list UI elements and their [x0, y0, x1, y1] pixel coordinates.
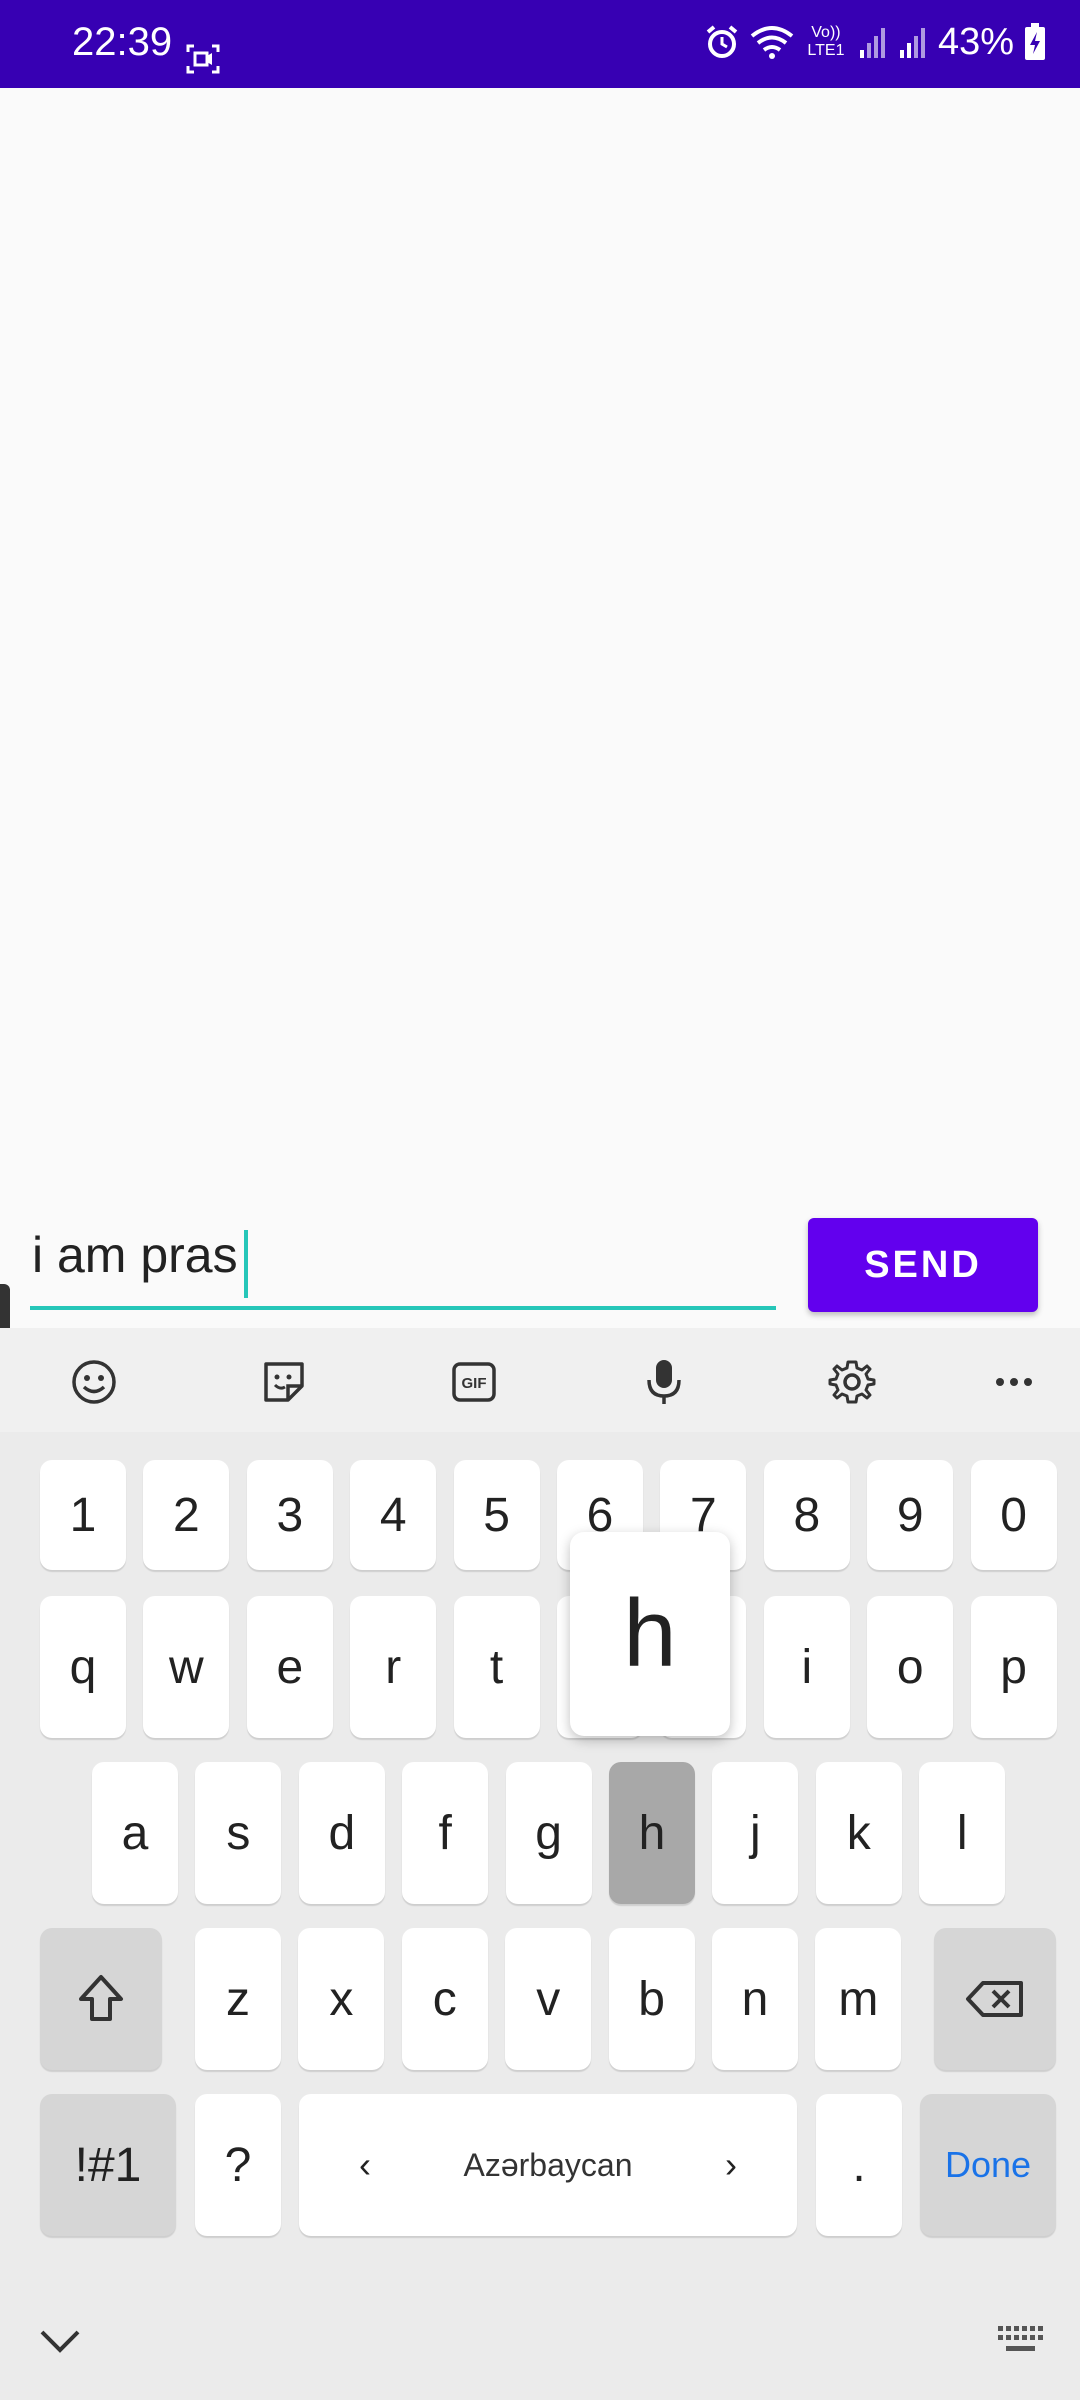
keyboard-toolbar: GIF	[0, 1328, 1080, 1432]
key-9[interactable]: 9	[867, 1460, 954, 1570]
signal-icon-2	[899, 28, 925, 58]
key-v[interactable]: v	[505, 1928, 592, 2070]
wifi-icon	[750, 26, 794, 59]
status-icons: Vo)) LTE1 43%	[704, 18, 1046, 66]
key-2[interactable]: 2	[143, 1460, 230, 1570]
keyboard-switch-icon[interactable]	[996, 2322, 1046, 2358]
chevron-right-icon: ›	[724, 2144, 737, 2185]
hide-keyboard-icon[interactable]	[38, 2326, 82, 2356]
key-x[interactable]: x	[298, 1928, 385, 2070]
shift-icon	[79, 1975, 123, 2021]
symbols-key[interactable]: !#1	[40, 2094, 176, 2236]
battery-percent: 43%	[937, 21, 1014, 63]
key-h[interactable]: h	[609, 1762, 695, 1904]
key-j[interactable]: j	[712, 1762, 799, 1904]
key-k[interactable]: k	[815, 1762, 902, 1904]
key-0[interactable]: 0	[970, 1460, 1057, 1570]
key-g[interactable]: g	[505, 1762, 592, 1904]
key-f[interactable]: f	[402, 1762, 489, 1904]
text-cursor	[244, 1230, 248, 1298]
emoji-icon[interactable]	[70, 1358, 118, 1406]
key-o[interactable]: o	[867, 1596, 954, 1738]
key-5[interactable]: 5	[453, 1460, 540, 1570]
key-preview-popup: h	[570, 1532, 730, 1736]
question-key[interactable]: ?	[195, 2094, 281, 2236]
key-l[interactable]: l	[919, 1762, 1006, 1904]
key-c[interactable]: c	[401, 1928, 488, 2070]
space-key-label: Azərbaycan	[463, 2146, 633, 2183]
key-3[interactable]: 3	[246, 1460, 333, 1570]
screen-record-icon	[186, 44, 220, 74]
battery-charging-icon	[1025, 23, 1045, 60]
mic-icon[interactable]	[640, 1358, 688, 1406]
signal-icon	[859, 28, 885, 58]
key-w[interactable]: w	[143, 1596, 230, 1738]
key-8[interactable]: 8	[763, 1460, 850, 1570]
key-z[interactable]: z	[195, 1928, 281, 2070]
key-r[interactable]: r	[350, 1596, 437, 1738]
settings-icon[interactable]	[828, 1358, 876, 1406]
lte-indicator: Vo)) LTE1	[807, 24, 845, 59]
status-time: 22:39	[72, 20, 173, 64]
key-i[interactable]: i	[763, 1596, 850, 1738]
status-bar: 22:39 Vo)) LTE1 43%	[0, 0, 1080, 88]
key-4[interactable]: 4	[350, 1460, 437, 1570]
key-a[interactable]: a	[92, 1762, 178, 1904]
shift-key[interactable]	[40, 1928, 162, 2070]
gif-icon[interactable]: GIF	[450, 1358, 498, 1406]
key-s[interactable]: s	[195, 1762, 282, 1904]
backspace-key[interactable]	[934, 1928, 1056, 2070]
chevron-left-icon: ‹	[359, 2144, 371, 2185]
period-key[interactable]: .	[816, 2094, 902, 2236]
backspace-icon	[966, 1981, 1023, 2017]
key-d[interactable]: d	[298, 1762, 385, 1904]
more-icon[interactable]	[990, 1358, 1038, 1406]
keyboard: GIF 1234567890qwertyuiopasdfghjklzxcvbnm…	[0, 1328, 1080, 2400]
key-t[interactable]: t	[453, 1596, 540, 1738]
done-key[interactable]: Done	[920, 2094, 1056, 2236]
gif-label: GIF	[462, 1375, 487, 1392]
send-button[interactable]: SEND	[808, 1218, 1038, 1312]
key-q[interactable]: q	[40, 1596, 126, 1738]
message-input[interactable]	[30, 1210, 776, 1310]
key-m[interactable]: m	[815, 1928, 902, 2070]
key-b[interactable]: b	[608, 1928, 695, 2070]
alarm-icon	[706, 25, 738, 58]
main-content	[0, 88, 1080, 1328]
space-key[interactable]: ‹ Azərbaycan ›	[299, 2094, 797, 2236]
key-1[interactable]: 1	[40, 1460, 126, 1570]
key-p[interactable]: p	[970, 1596, 1057, 1738]
key-e[interactable]: e	[246, 1596, 333, 1738]
key-n[interactable]: n	[712, 1928, 798, 2070]
sticker-icon[interactable]	[260, 1358, 308, 1406]
